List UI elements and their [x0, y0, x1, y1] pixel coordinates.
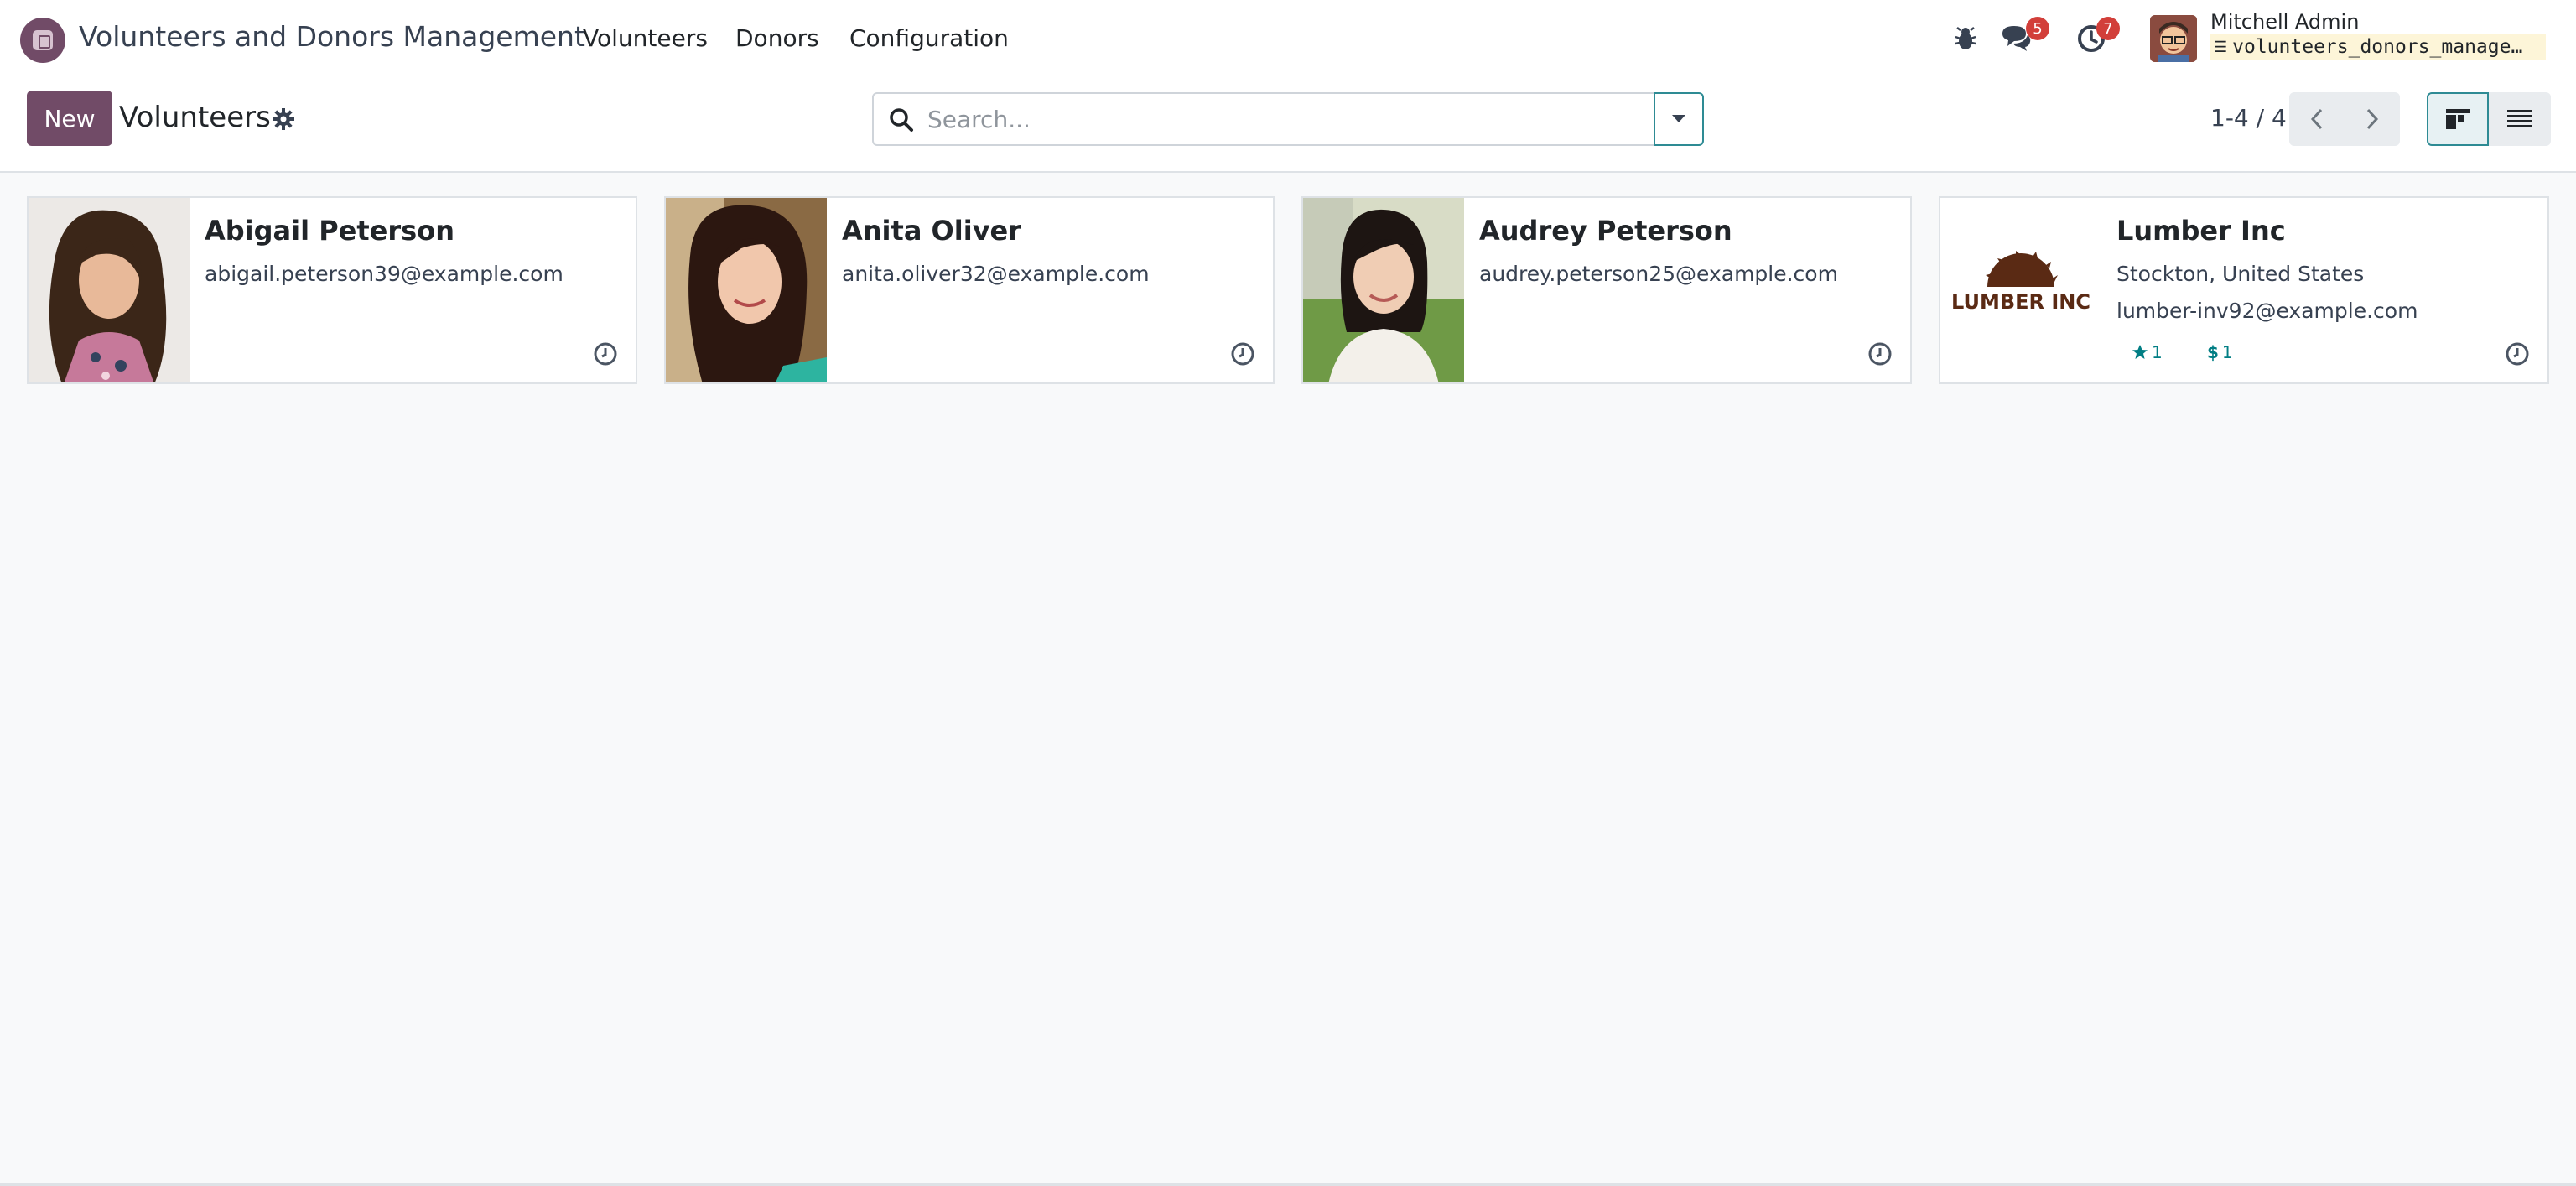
messages-count-badge: 5 — [2026, 17, 2049, 40]
menu-volunteers[interactable]: Volunteers — [583, 24, 708, 52]
search-input[interactable] — [927, 102, 1640, 136]
card-name: Abigail Peterson — [205, 215, 454, 247]
top-navbar: Volunteers and Donors Management Volunte… — [0, 0, 2576, 79]
stat-dollar-value: 1 — [2221, 342, 2233, 362]
dollar-icon: $ — [2207, 342, 2219, 362]
activities-count-badge: 7 — [2096, 17, 2120, 40]
activity-clock-icon[interactable] — [592, 341, 619, 367]
chevron-right-icon — [2366, 108, 2379, 130]
company-logo: LUMBER INC — [1940, 198, 2101, 382]
search-box — [872, 92, 1655, 146]
activity-clock-icon[interactable] — [2504, 341, 2531, 367]
database-name: ☰ volunteers_donors_manage… — [2210, 34, 2546, 60]
new-button[interactable]: New — [27, 91, 112, 146]
kanban-icon — [2446, 109, 2470, 129]
kanban-card[interactable]: Abigail Peterson abigail.peterson39@exam… — [27, 196, 637, 384]
card-name: Audrey Peterson — [1479, 215, 1732, 247]
app-title[interactable]: Volunteers and Donors Management — [79, 20, 585, 53]
kanban-card[interactable]: LUMBER INC Lumber Inc Stockton, United S… — [1939, 196, 2549, 384]
card-photo — [666, 198, 827, 382]
database-icon: ☰ — [2214, 38, 2228, 56]
search-icon — [889, 107, 914, 136]
kanban-view-button[interactable] — [2427, 92, 2489, 146]
app-icon[interactable] — [20, 18, 65, 63]
logo-text: LUMBER INC — [1951, 290, 2090, 314]
card-email: anita.oliver32@example.com — [842, 262, 1150, 286]
card-address: Stockton, United States — [2116, 262, 2365, 286]
caret-down-icon — [1672, 115, 1685, 122]
chevron-left-icon — [2310, 108, 2323, 130]
menu-donors[interactable]: Donors — [735, 24, 819, 52]
user-name[interactable]: Mitchell Admin — [2210, 10, 2359, 34]
menu-configuration[interactable]: Configuration — [849, 24, 1009, 52]
card-photo — [1303, 198, 1464, 382]
activity-clock-icon[interactable] — [1229, 341, 1256, 367]
pager-previous-button[interactable] — [2289, 92, 2345, 146]
stat-star[interactable]: 1 — [2132, 342, 2163, 362]
bug-icon[interactable] — [1952, 25, 1979, 55]
stat-dollar[interactable]: $ 1 — [2207, 342, 2233, 362]
gear-icon[interactable] — [272, 107, 295, 131]
pager-value[interactable]: 1-4 / 4 — [2210, 104, 2287, 132]
kanban-card[interactable]: Anita Oliver anita.oliver32@example.com — [664, 196, 1275, 384]
card-email: abigail.peterson39@example.com — [205, 262, 564, 286]
user-avatar[interactable] — [2150, 15, 2197, 62]
card-email: audrey.peterson25@example.com — [1479, 262, 1838, 286]
card-photo — [29, 198, 190, 382]
card-name: Anita Oliver — [842, 215, 1022, 247]
card-email: lumber-inv92@example.com — [2116, 299, 2418, 323]
activity-clock-icon[interactable] — [1867, 341, 1893, 367]
list-view-button[interactable] — [2489, 92, 2551, 146]
kanban-card[interactable]: Audrey Peterson audrey.peterson25@exampl… — [1301, 196, 1912, 384]
search-options-toggle[interactable] — [1654, 92, 1704, 146]
database-label: volunteers_donors_manage… — [2232, 36, 2523, 58]
bottom-divider — [0, 1183, 2576, 1186]
list-icon — [2507, 110, 2532, 127]
page-title: Volunteers — [119, 101, 271, 134]
control-panel: New Volunteers Search... 1-4 / 4 — [0, 79, 2576, 173]
star-icon — [2132, 345, 2148, 359]
pager-next-button[interactable] — [2345, 92, 2400, 146]
stat-star-value: 1 — [2152, 342, 2163, 362]
card-name: Lumber Inc — [2116, 215, 2286, 247]
